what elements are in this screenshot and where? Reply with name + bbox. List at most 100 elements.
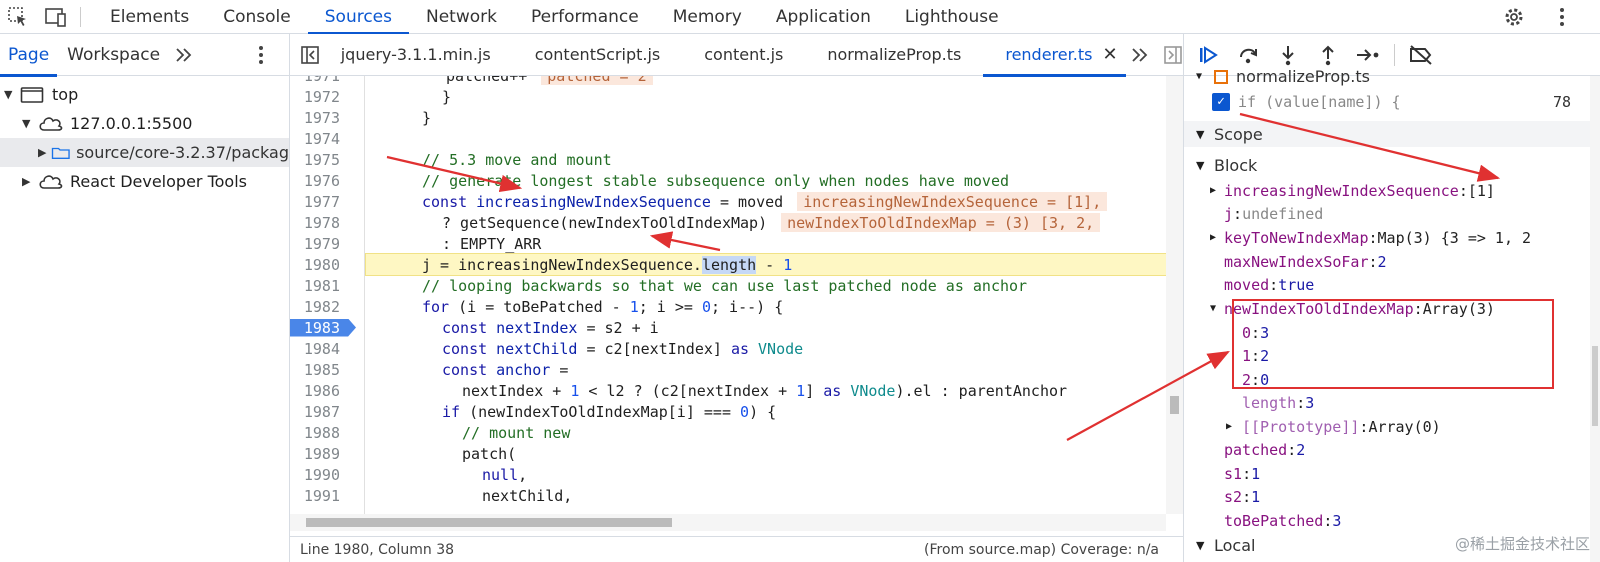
tab-performance[interactable]: Performance [514, 0, 656, 34]
line-number[interactable]: 1989 [290, 445, 356, 463]
tab-elements[interactable]: Elements [93, 0, 206, 34]
scope-var-row[interactable]: moved: true [1184, 273, 1600, 296]
line-number[interactable]: 1985 [290, 361, 356, 379]
file-tab-label: renderer.ts [1005, 45, 1093, 64]
line-number[interactable]: 1977 [290, 193, 356, 211]
tab-network[interactable]: Network [409, 0, 514, 34]
code-line: 1991 nextChild, [290, 485, 1166, 506]
line-number[interactable]: 1982 [290, 298, 356, 316]
close-tab-icon[interactable]: ✕ [1102, 44, 1117, 65]
more-files-icon[interactable] [1130, 43, 1151, 67]
line-number[interactable]: 1986 [290, 382, 356, 400]
tree-item-react[interactable]: ▶ React Developer Tools [0, 167, 289, 196]
tree-item-host[interactable]: ▼ 127.0.0.1:5500 [0, 109, 289, 138]
file-tab-contentscript[interactable]: contentScript.js [513, 34, 683, 76]
code-line: 1978 ? getSequence(newIndexToOldIndexMap)… [290, 212, 1166, 233]
code-text: < l2 ? (c2[nextIndex + [579, 381, 797, 400]
tab-page[interactable]: Page [0, 34, 58, 77]
tree-item-top[interactable]: ▼ top [0, 80, 289, 109]
line-number[interactable]: 1971 [290, 76, 356, 85]
tab-workspace[interactable]: Workspace [59, 34, 168, 76]
file-tab-renderer[interactable]: renderer.ts ✕ [983, 34, 1126, 77]
line-number[interactable]: 1972 [290, 88, 356, 106]
line-number[interactable]: 1991 [290, 487, 356, 505]
code-line: 1981 // looping backwards so that we can … [290, 275, 1166, 296]
scope-var-row[interactable]: ▶ increasingNewIndexSequence: [1] [1184, 179, 1600, 202]
scope-var-row[interactable]: s2: 1 [1184, 485, 1600, 508]
code-line: 1977 const increasingNewIndexSequence = mo… [290, 191, 1166, 212]
file-tab-jquery[interactable]: jquery-3.1.1.min.js [329, 34, 513, 76]
horizontal-scrollbar[interactable] [290, 514, 1166, 531]
code-text: = c2[nextIndex] [577, 339, 731, 358]
coverage-status[interactable]: (From source.map) Coverage: n/a [924, 542, 1159, 558]
line-number[interactable]: 1990 [290, 466, 356, 484]
var-value: undefined [1242, 204, 1324, 223]
tree-item-folder[interactable]: ▶ source/core-3.2.37/packag [0, 138, 289, 167]
tab-sources[interactable]: Sources [307, 0, 410, 35]
line-number[interactable]: 1980 [290, 256, 356, 274]
scope-section-header[interactable]: ▼ Scope [1184, 121, 1600, 147]
line-number[interactable]: 1974 [290, 130, 356, 148]
code-area[interactable]: 1971patched++ patched = 2 1972} 1973} 197… [290, 76, 1166, 514]
collapse-arrow-icon[interactable]: ▶ [22, 175, 36, 188]
scroll-thumb[interactable] [1592, 346, 1598, 426]
device-toolbar-icon[interactable] [44, 5, 68, 29]
code-text: ] [805, 381, 824, 400]
scope-var-row[interactable]: length: 3 [1184, 391, 1600, 414]
code-text: = [550, 360, 569, 379]
line-number[interactable]: 1979 [290, 235, 356, 253]
breakpoint-marker[interactable]: 1983 [290, 318, 356, 337]
line-number[interactable]: 1988 [290, 424, 356, 442]
code-type: VNode [850, 381, 896, 400]
scope-var-row[interactable]: ▶ [[Prototype]]: Array(0) [1184, 415, 1600, 438]
toggle-debugger-icon[interactable] [1162, 43, 1183, 67]
scope-var-row[interactable]: s1: 1 [1184, 462, 1600, 485]
breakpoint-file: normalizeProp.ts [1236, 67, 1370, 86]
cursor-position[interactable]: Line 1980, Column 38 [290, 542, 454, 558]
scope-var-row[interactable]: maxNewIndexSoFar: 2 [1184, 250, 1600, 273]
tab-application[interactable]: Application [759, 0, 888, 34]
scope-var-row[interactable]: j: undefined [1184, 202, 1600, 225]
scope-var-row[interactable]: toBePatched: 3 [1184, 509, 1600, 532]
toggle-navigator-icon[interactable] [300, 43, 321, 67]
vertical-scrollbar[interactable] [1166, 76, 1183, 514]
line-number[interactable]: 1973 [290, 109, 356, 127]
line-number[interactable]: 1978 [290, 214, 356, 232]
scope-var-row[interactable]: ▶ keyToNewIndexMap: Map(3) {3 => 1, 2 [1184, 226, 1600, 249]
expand-arrow-icon[interactable]: ▼ [22, 117, 36, 130]
breakpoint-checkbox[interactable]: ✓ [1212, 92, 1230, 111]
line-number[interactable]: 1976 [290, 172, 356, 190]
navigator-panel: Page Workspace ▼ top ▼ 127.0.0.1:5500 ▶ … [0, 34, 290, 562]
code-comment: // looping backwards so that we can use … [422, 276, 1028, 295]
collapse-arrow-icon[interactable]: ▶ [38, 146, 49, 159]
file-tab-normalizeprop[interactable]: normalizeProp.ts [805, 34, 983, 76]
more-tabs-icon[interactable] [172, 43, 196, 67]
scroll-thumb[interactable] [306, 518, 672, 527]
inspect-element-icon[interactable] [6, 5, 30, 29]
var-value: 2 [1296, 440, 1306, 459]
line-number[interactable]: 1975 [290, 151, 356, 169]
code-text: - [756, 255, 784, 274]
gear-icon[interactable] [1502, 5, 1526, 29]
var-value: 2 [1377, 252, 1387, 271]
line-number[interactable]: 1987 [290, 403, 356, 421]
breakpoint-item[interactable]: ✓ if (value[name]) { 78 [1184, 90, 1600, 113]
tab-console[interactable]: Console [206, 0, 308, 34]
expand-arrow-icon[interactable]: ▼ [4, 88, 18, 101]
scope-scrollbar[interactable] [1590, 76, 1600, 562]
navigator-menu-icon[interactable] [249, 43, 273, 67]
line-number[interactable]: 1981 [290, 277, 356, 295]
var-key: [[Prototype]] [1242, 417, 1360, 436]
scope-block-header[interactable]: ▼ Block [1184, 154, 1600, 177]
file-tab-content[interactable]: content.js [682, 34, 805, 76]
var-key: maxNewIndexSoFar [1224, 252, 1369, 271]
tab-lighthouse[interactable]: Lighthouse [888, 0, 1016, 34]
code-text: ? getSequence(newIndexToOldIndexMap) [442, 213, 768, 232]
more-options-icon[interactable] [1550, 5, 1574, 29]
scope-var-row[interactable]: patched: 2 [1184, 438, 1600, 461]
breakpoint-file-row[interactable]: ▼ normalizeProp.ts [1184, 65, 1600, 88]
scroll-thumb[interactable] [1170, 396, 1179, 414]
watermark: @稀土掘金技术社区 [1454, 535, 1590, 553]
line-number[interactable]: 1984 [290, 340, 356, 358]
tab-memory[interactable]: Memory [656, 0, 759, 34]
